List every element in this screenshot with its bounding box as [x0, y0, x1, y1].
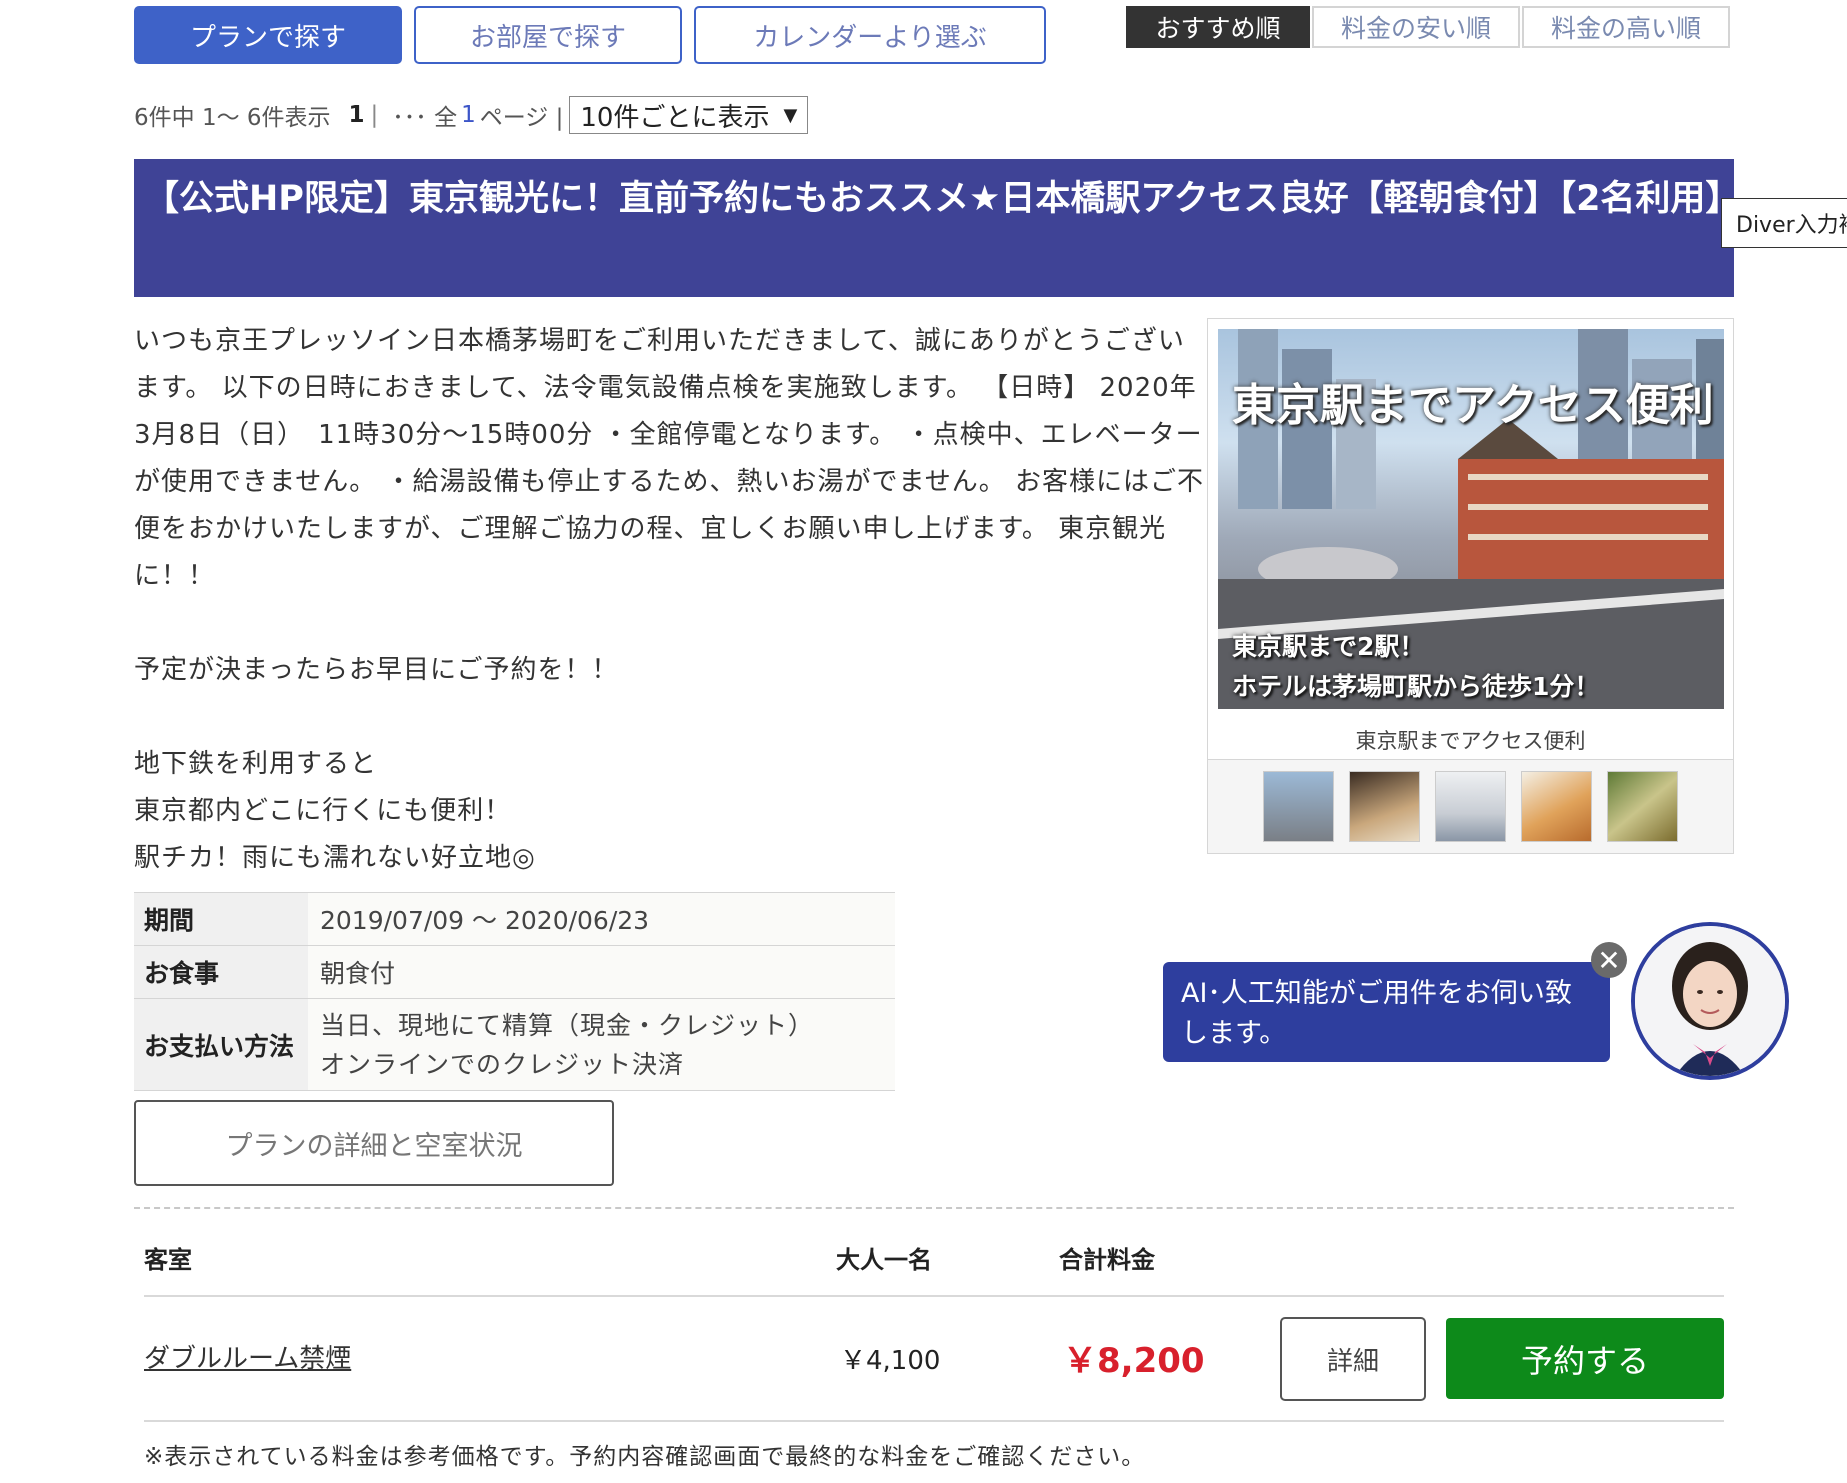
per-page-value: 10件ごとに表示	[580, 102, 770, 133]
room-detail-button[interactable]: 詳細	[1280, 1317, 1426, 1401]
chat-avatar[interactable]	[1631, 922, 1789, 1080]
thumbnail-lobby[interactable]	[1349, 771, 1420, 842]
tab-search-by-plan[interactable]: プランで探す	[134, 6, 402, 64]
payment-label: お支払い方法	[134, 998, 308, 1091]
dropdown-arrow-icon: ▼	[783, 104, 798, 126]
result-summary: 6件中 1〜 6件表示	[134, 105, 331, 131]
diver-tooltip: Diver入力補	[1721, 198, 1847, 248]
meal-label: お食事	[134, 945, 308, 999]
photo-subtitle: ホテルは茅場町駅から徒歩1分！	[1232, 672, 1600, 701]
sort-price-high-tab[interactable]: 料金の高い順	[1522, 6, 1730, 48]
payment-method: 当日、現地にて精算（現金・クレジット）	[320, 1010, 815, 1040]
divider	[144, 1295, 1724, 1297]
tab-search-by-room[interactable]: お部屋で探す	[414, 6, 682, 64]
thumbnail-room[interactable]	[1435, 771, 1506, 842]
description-line: 地下鉄を利用すると	[134, 749, 378, 779]
thumbnail-strip	[1208, 759, 1733, 853]
meal-row: お食事 朝食付	[134, 945, 895, 999]
price-notice: ※表示されている料金は参考価格です。予約内容確認画面で最終的な料金をご確認くださ…	[144, 1444, 1146, 1470]
meal-value: 朝食付	[308, 945, 895, 999]
assistant-avatar-icon	[1635, 926, 1785, 1076]
current-page: 1	[348, 102, 365, 128]
per-page-select[interactable]: 10件ごとに表示 ▼	[569, 96, 809, 134]
sort-price-low-tab[interactable]: 料金の安い順	[1312, 6, 1520, 48]
pager-ellipsis: ･･･ 全	[392, 105, 458, 131]
payment-method: オンラインでのクレジット決済	[320, 1049, 685, 1079]
room-name-link[interactable]: ダブルルーム禁煙	[144, 1338, 351, 1375]
pager: 6件中 1〜 6件表示 1 | ･･･ 全 1 ページ | 10件ごとに表示 ▼	[134, 96, 809, 134]
period-label: 期間	[134, 892, 308, 946]
column-header-total: 合計料金	[1059, 1246, 1155, 1274]
thumbnail-decor[interactable]	[1607, 771, 1678, 842]
thumbnail-station[interactable]	[1263, 771, 1334, 842]
description-paragraph: いつも京王プレッソイン日本橋茅場町をご利用いただきまして、誠にありがとうございま…	[134, 326, 1204, 591]
main-photo[interactable]: 東京駅までアクセス便利 東京駅まで2駅！ ホテルは茅場町駅から徒歩1分！	[1218, 329, 1724, 709]
payment-value: 当日、現地にて精算（現金・クレジット） オンラインでのクレジット決済	[308, 998, 895, 1091]
thumbnail-breakfast[interactable]	[1521, 771, 1592, 842]
description-line: 東京都内どこに行くにも便利！	[134, 796, 512, 826]
description-line: 予定が決まったらお早目にご予約を！！	[134, 655, 619, 685]
sort-tabs: おすすめ順 料金の安い順 料金の高い順	[1126, 6, 1732, 48]
reserve-button[interactable]: 予約する	[1446, 1318, 1724, 1399]
adult-price: ￥4,100	[840, 1346, 941, 1376]
plan-title: 【公式HP限定】東京観光に！直前予約にもおススメ★日本橋駅アクセス良好【軽朝食付…	[134, 159, 1740, 297]
period-value: 2019/07/09 〜 2020/06/23	[308, 892, 895, 946]
column-header-room: 客室	[144, 1246, 192, 1274]
total-pages-link[interactable]: 1	[461, 102, 476, 128]
description-line: 駅チカ！雨にも濡れない好立地◎	[134, 843, 536, 873]
period-row: 期間 2019/07/09 〜 2020/06/23	[134, 892, 895, 946]
divider	[134, 1207, 1734, 1209]
plan-image-card: 東京駅までアクセス便利 東京駅まで2駅！ ホテルは茅場町駅から徒歩1分！ 東京駅…	[1207, 318, 1734, 854]
photo-caption: 東京駅までアクセス便利	[1355, 729, 1586, 753]
pager-separator: |	[370, 102, 379, 128]
total-price: ￥8,200	[1063, 1341, 1205, 1381]
tab-search-by-calendar[interactable]: カレンダーより選ぶ	[694, 6, 1046, 64]
plan-detail-button[interactable]: プランの詳細と空室状況	[134, 1100, 614, 1186]
payment-row: お支払い方法 当日、現地にて精算（現金・クレジット） オンラインでのクレジット決…	[134, 998, 895, 1091]
chat-bubble[interactable]: AI･人工知能がご用件をお伺い致します。	[1163, 962, 1610, 1062]
page-suffix: ページ |	[479, 105, 564, 131]
photo-title: 東京駅までアクセス便利	[1232, 380, 1714, 431]
close-icon[interactable]: ✕	[1591, 942, 1627, 978]
plan-info-table: 期間 2019/07/09 〜 2020/06/23 お食事 朝食付 お支払い方…	[134, 892, 895, 1091]
column-header-adult: 大人一名	[836, 1246, 932, 1274]
sort-recommended-tab[interactable]: おすすめ順	[1126, 6, 1310, 48]
divider	[144, 1420, 1724, 1422]
plan-description: いつも京王プレッソイン日本橋茅場町をご利用いただきまして、誠にありがとうございま…	[134, 318, 1204, 882]
photo-subtitle: 東京駅まで2駅！	[1232, 632, 1425, 661]
